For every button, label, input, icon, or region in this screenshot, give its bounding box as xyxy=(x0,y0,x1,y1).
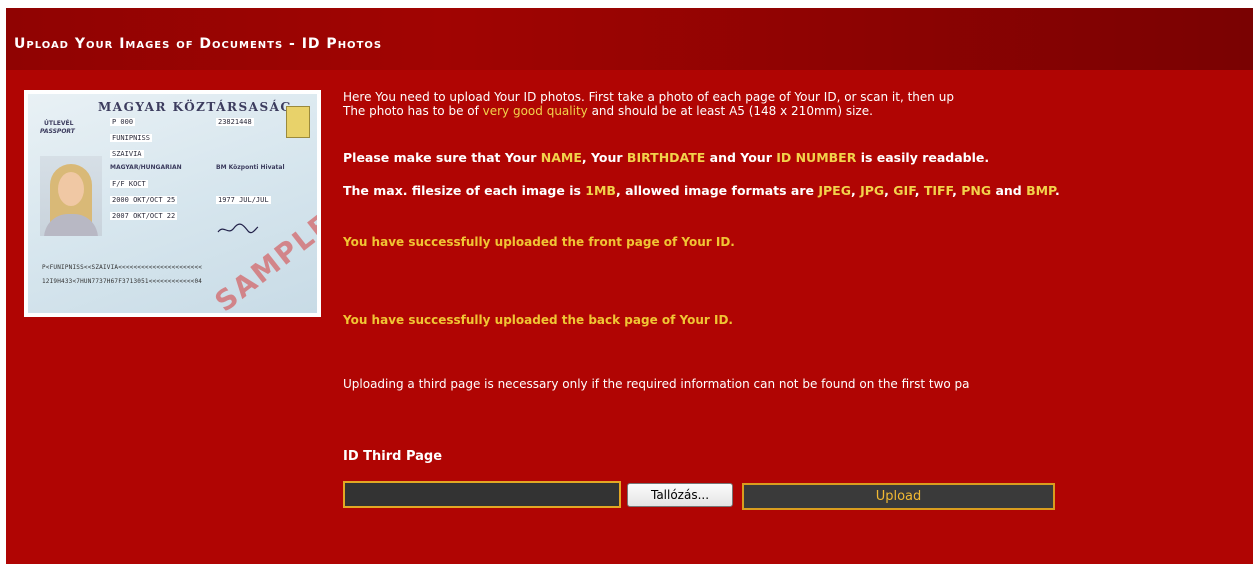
card-issue-date: 2000 OKT/OCT 25 xyxy=(110,196,178,204)
name-highlight: NAME xyxy=(540,150,582,165)
birthdate-highlight: BIRTHDATE xyxy=(626,150,706,165)
portrait-photo xyxy=(40,156,102,236)
filesize-text-1: The max. filesize of each image is xyxy=(343,183,586,198)
card-authority: BM Központi Hivatal xyxy=(216,164,285,171)
format-tiff: TIFF xyxy=(923,183,953,198)
filesize-note: The max. filesize of each image is 1MB, … xyxy=(343,183,1060,198)
card-sex-place: F/F KOCT xyxy=(110,180,148,188)
card-given-name: SZAIVIA xyxy=(110,150,144,158)
card-type-en: PASSPORT xyxy=(40,128,75,135)
filesize-text-2: , allowed image formats are xyxy=(615,183,819,198)
title-bar: Upload Your Images of Documents - ID Pho… xyxy=(6,8,1253,70)
readability-text-3: and Your xyxy=(705,150,777,165)
format-jpg: JPG xyxy=(860,183,885,198)
sep-4: , xyxy=(952,183,962,198)
front-upload-success: You have successfully uploaded the front… xyxy=(343,235,735,249)
filesize-text-4: . xyxy=(1054,183,1060,198)
page-title: Upload Your Images of Documents - ID Pho… xyxy=(14,36,383,52)
card-surname: FUNIPNISS xyxy=(110,134,152,142)
quality-highlight: very good quality xyxy=(482,104,588,118)
readability-text-1: Please make sure that Your xyxy=(343,150,541,165)
format-png: PNG xyxy=(961,183,992,198)
card-birth-date: 1977 JUL/JUL xyxy=(216,196,271,204)
format-bmp: BMP xyxy=(1026,183,1055,198)
intro-text: Here You need to upload Your ID photos. … xyxy=(343,90,954,118)
sep-2: , xyxy=(884,183,894,198)
intro-line-2: The photo has to be of very good quality… xyxy=(343,104,954,118)
signature-icon xyxy=(217,223,259,234)
format-gif: GIF xyxy=(893,183,915,198)
readability-text-4: is easily readable. xyxy=(856,150,990,165)
intro-line-1: Here You need to upload Your ID photos. … xyxy=(343,90,954,104)
sample-passport-card: MAGYAR KÖZTÁRSASÁG ÚTLEVÉL PASSPORT P 00… xyxy=(28,94,317,313)
intro-line-2-text: The photo has to be of xyxy=(343,104,483,118)
card-nationality: MAGYAR/HUNGARIAN xyxy=(110,164,182,171)
sample-id-image: MAGYAR KÖZTÁRSASÁG ÚTLEVÉL PASSPORT P 00… xyxy=(24,90,321,317)
card-country: MAGYAR KÖZTÁRSASÁG xyxy=(98,100,293,114)
sep-1: , xyxy=(850,183,861,198)
intro-line-2-tail: and should be at least A5 (148 x 210mm) … xyxy=(587,104,873,118)
third-page-label: ID Third Page xyxy=(343,449,443,464)
card-number: 23821448 xyxy=(216,118,254,126)
card-hologram-icon xyxy=(286,106,310,138)
card-expiry-date: 2007 OKT/OCT 22 xyxy=(110,212,178,220)
card-mrz-line-2: 12I9H433<7HUN7737H67F3713051<<<<<<<<<<<<… xyxy=(42,278,203,285)
card-code: P 000 xyxy=(110,118,136,126)
upload-button[interactable]: Upload xyxy=(742,483,1055,510)
content-panel: Upload Your Images of Documents - ID Pho… xyxy=(6,8,1253,564)
readability-note: Please make sure that Your NAME, Your BI… xyxy=(343,150,989,165)
card-type-hu: ÚTLEVÉL xyxy=(44,120,74,127)
filesize-text-3: and xyxy=(991,183,1027,198)
back-upload-success: You have successfully uploaded the back … xyxy=(343,313,733,327)
third-page-note: Uploading a third page is necessary only… xyxy=(343,377,970,391)
card-mrz-line-1: P<FUNIPNISS<<SZAIVIA<<<<<<<<<<<<<<<<<<<<… xyxy=(42,264,203,271)
sep-3: , xyxy=(914,183,924,198)
format-jpeg: JPEG xyxy=(818,183,851,198)
file-path-input[interactable] xyxy=(343,481,621,508)
max-size-highlight: 1MB xyxy=(585,183,616,198)
readability-text-2: , Your xyxy=(581,150,627,165)
id-number-highlight: ID NUMBER xyxy=(776,150,857,165)
browse-button[interactable]: Tallózás... xyxy=(627,483,733,507)
